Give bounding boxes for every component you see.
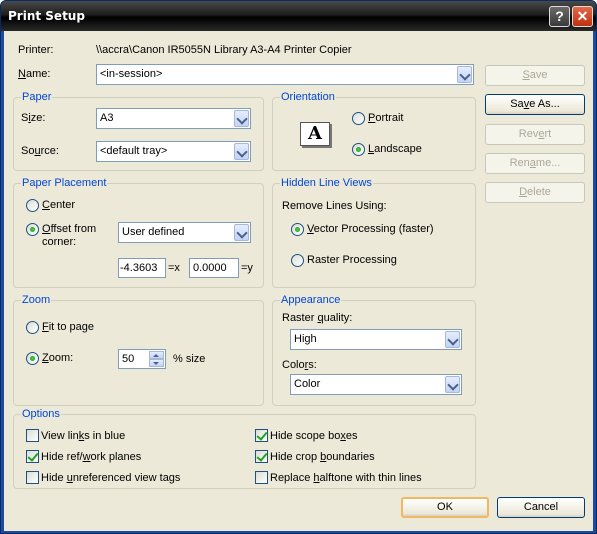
landscape-label[interactable]: Landscape: [368, 143, 422, 155]
portrait-radio[interactable]: [352, 112, 365, 125]
hide-unreferenced-view-tags-checkbox[interactable]: [26, 471, 39, 484]
offset-label[interactable]: Offset from: [42, 223, 96, 235]
chevron-down-icon[interactable]: [457, 66, 472, 83]
raster-quality-label: Raster quality:: [282, 312, 353, 324]
hide-crop-boundaries-label[interactable]: Hide crop boundaries: [270, 451, 375, 463]
zoom-suffix: % size: [173, 353, 206, 365]
view-links-in-blue-label[interactable]: View links in blue: [41, 430, 125, 442]
chevron-down-icon[interactable]: [234, 143, 249, 160]
colors-value: Color: [294, 378, 321, 390]
center-label[interactable]: Center: [42, 199, 75, 211]
hidden-line-views-group-title: Hidden Line Views: [280, 177, 373, 189]
paper-placement-group-title: Paper Placement: [21, 177, 108, 189]
raster-processing-radio[interactable]: [291, 254, 304, 267]
printer-name: \\accra\Canon IR5055N Library A3-A4 Prin…: [96, 44, 352, 56]
view-links-in-blue-checkbox[interactable]: [26, 429, 39, 442]
orientation-group-title: Orientation: [280, 91, 336, 103]
raster-processing-label[interactable]: Raster Processing: [307, 254, 397, 266]
vector-processing-label[interactable]: Vector Processing (faster): [307, 223, 434, 235]
zoom-label[interactable]: Zoom:: [42, 352, 73, 364]
fit-to-page-label[interactable]: Fit to page: [42, 321, 94, 333]
window-title: Print Setup: [8, 9, 85, 23]
vector-processing-radio[interactable]: [291, 223, 304, 236]
hidden-line-views-group: [272, 183, 476, 288]
ok-button[interactable]: OK: [401, 497, 489, 518]
offset-label-line2: corner:: [42, 236, 77, 248]
offset-radio[interactable]: [26, 223, 39, 236]
rename-button[interactable]: Rename...: [485, 153, 585, 174]
x-suffix: =x: [168, 262, 180, 274]
print-setup-window: Print Setup ? ✕ Printer: \\accra\Canon I…: [0, 0, 597, 534]
source-combo-value: <default tray>: [100, 145, 168, 157]
zoom-radio[interactable]: [26, 352, 39, 365]
source-combo[interactable]: <default tray>: [96, 141, 251, 162]
options-group-title: Options: [21, 408, 61, 420]
orientation-preview-icon: A: [300, 122, 330, 146]
colors-label: Colors:: [282, 359, 317, 371]
spin-down-icon[interactable]: [149, 359, 164, 367]
hide-ref-work-planes-checkbox[interactable]: [26, 450, 39, 463]
name-label: Name:: [18, 68, 51, 80]
spin-up-icon[interactable]: [149, 351, 164, 359]
appearance-group-title: Appearance: [280, 294, 342, 306]
source-label: Source:: [21, 145, 59, 157]
zoom-group-title: Zoom: [21, 294, 52, 306]
hide-crop-boundaries-checkbox[interactable]: [255, 450, 268, 463]
offset-combo-value: User defined: [122, 226, 185, 238]
help-button[interactable]: ?: [549, 6, 570, 27]
paper-group-title: Paper: [21, 91, 53, 103]
close-button[interactable]: ✕: [572, 6, 593, 27]
revert-button[interactable]: Revert: [485, 124, 585, 145]
save-button[interactable]: Save: [485, 65, 585, 86]
y-suffix: =y: [241, 262, 253, 274]
name-combo[interactable]: <in-session>: [96, 64, 474, 85]
offset-combo[interactable]: User defined: [118, 222, 251, 243]
portrait-label[interactable]: Portrait: [368, 112, 403, 124]
colors-combo[interactable]: Color: [290, 374, 462, 395]
raster-quality-combo[interactable]: High: [290, 329, 462, 350]
landscape-radio[interactable]: [352, 143, 365, 156]
zoom-input[interactable]: 50: [118, 349, 166, 369]
delete-button[interactable]: Delete: [485, 182, 585, 203]
hide-unreferenced-view-tags-label[interactable]: Hide unreferenced view tags: [41, 472, 180, 484]
size-label: Size:: [21, 112, 46, 124]
center-radio[interactable]: [26, 199, 39, 212]
chevron-down-icon[interactable]: [445, 331, 460, 348]
replace-halftone-checkbox[interactable]: [255, 471, 268, 484]
fit-to-page-radio[interactable]: [26, 321, 39, 334]
printer-label: Printer:: [18, 44, 54, 56]
chevron-down-icon[interactable]: [234, 110, 249, 127]
title-bar[interactable]: Print Setup ? ✕: [1, 1, 596, 31]
remove-lines-label: Remove Lines Using:: [282, 200, 387, 212]
dialog-body: Printer: \\accra\Canon IR5055N Library A…: [4, 31, 593, 531]
hide-scope-boxes-label[interactable]: Hide scope boxes: [270, 430, 357, 442]
offset-x-input[interactable]: -4.3603: [118, 258, 166, 278]
replace-halftone-label[interactable]: Replace halftone with thin lines: [270, 472, 422, 484]
size-combo-value: A3: [100, 112, 114, 124]
chevron-down-icon[interactable]: [445, 376, 460, 393]
zoom-spinner[interactable]: [149, 351, 164, 367]
name-combo-value: <in-session>: [100, 68, 163, 80]
cancel-button[interactable]: Cancel: [497, 497, 585, 518]
offset-y-input[interactable]: 0.0000: [189, 258, 239, 278]
size-combo[interactable]: A3: [96, 108, 251, 129]
save-as-button[interactable]: Save As...: [485, 94, 585, 115]
hide-ref-work-planes-label[interactable]: Hide ref/work planes: [41, 451, 141, 463]
raster-quality-value: High: [294, 333, 317, 345]
chevron-down-icon[interactable]: [234, 224, 249, 241]
hide-scope-boxes-checkbox[interactable]: [255, 429, 268, 442]
